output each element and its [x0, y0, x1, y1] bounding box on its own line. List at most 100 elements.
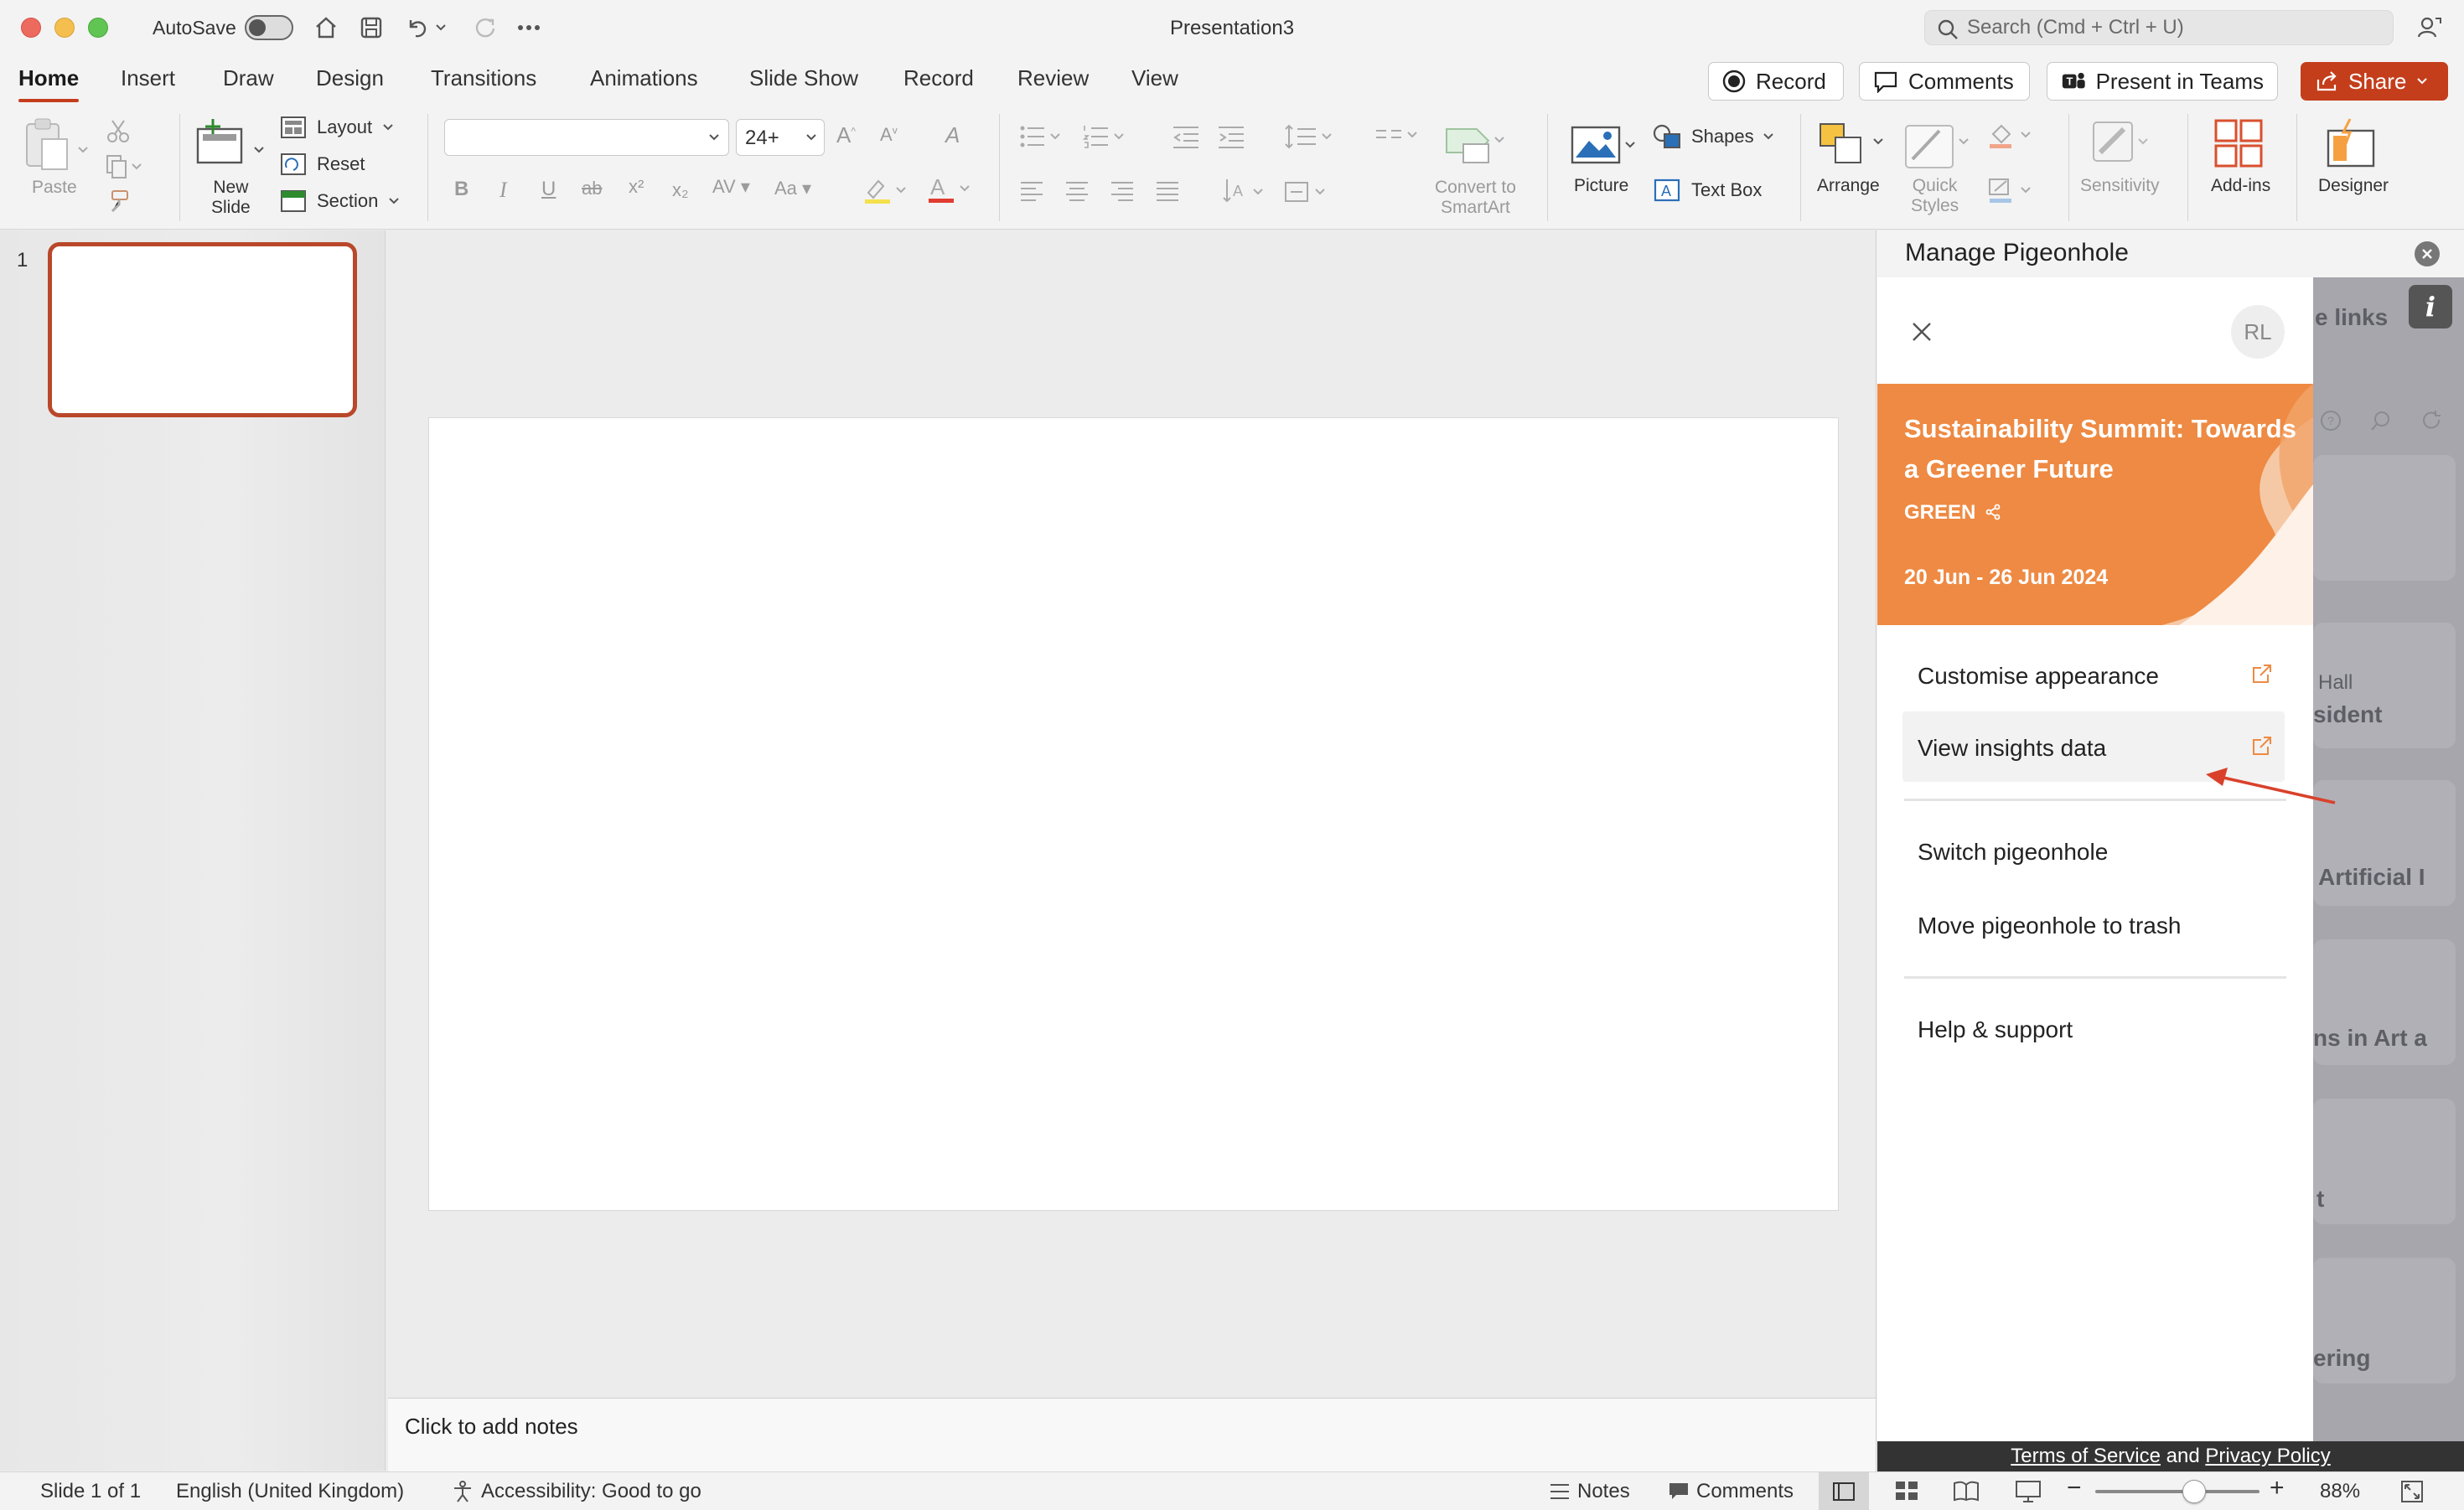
present-in-teams-button[interactable]: T Present in Teams — [2047, 62, 2278, 101]
bold-icon[interactable]: B — [454, 178, 468, 201]
quick-styles-icon[interactable] — [1904, 119, 1973, 174]
switch-pigeonhole-item[interactable]: Switch pigeonhole — [1902, 815, 2285, 886]
tab-animations[interactable]: Animations — [590, 65, 698, 91]
autosave-toggle[interactable] — [245, 15, 293, 40]
slide-sorter-button[interactable] — [1894, 1480, 1919, 1507]
more-options-icon[interactable] — [513, 12, 545, 44]
zoom-percentage[interactable]: 88% — [2320, 1480, 2360, 1503]
paste-icon[interactable] — [23, 117, 72, 179]
numbering-icon[interactable] — [1083, 124, 1130, 154]
close-menu-button[interactable] — [1909, 319, 1934, 344]
shape-outline-icon[interactable] — [1986, 176, 2037, 209]
subscript-icon[interactable]: x₂ — [672, 179, 689, 201]
format-painter-icon[interactable] — [106, 189, 131, 220]
slide-show-button[interactable] — [2015, 1480, 2042, 1509]
picture-icon[interactable] — [1571, 124, 1638, 171]
layout-button[interactable]: Layout — [280, 116, 394, 139]
event-code[interactable]: GREEN — [1904, 501, 2001, 525]
shapes-button[interactable]: Shapes — [1653, 124, 1774, 149]
underline-icon[interactable]: U — [541, 178, 556, 201]
section-button[interactable]: Section — [280, 189, 400, 213]
justify-icon[interactable] — [1155, 179, 1180, 208]
tab-home[interactable]: Home — [18, 65, 80, 102]
undo-dropdown-icon[interactable] — [432, 12, 449, 44]
privacy-policy-link[interactable]: Privacy Policy — [2205, 1445, 2330, 1467]
redo-icon[interactable] — [469, 12, 501, 44]
normal-view-button[interactable] — [1819, 1472, 1869, 1510]
save-icon[interactable] — [355, 12, 387, 44]
increase-indent-icon[interactable] — [1217, 124, 1245, 154]
sensitivity-icon[interactable] — [2087, 119, 2156, 171]
home-icon[interactable] — [310, 12, 342, 44]
zoom-out-button[interactable]: − — [2067, 1474, 2082, 1502]
help-support-item[interactable]: Help & support — [1902, 993, 2285, 1063]
close-window-button[interactable] — [21, 18, 41, 38]
cut-icon[interactable] — [106, 119, 131, 149]
slide-canvas[interactable] — [428, 417, 1839, 1211]
arrange-icon[interactable] — [1819, 119, 1887, 171]
superscript-icon[interactable]: x² — [629, 176, 644, 198]
decrease-font-icon[interactable]: Av — [880, 124, 898, 146]
designer-icon[interactable] — [2325, 117, 2379, 174]
columns-icon[interactable] — [1374, 126, 1421, 153]
slide-thumbnail[interactable] — [48, 242, 357, 417]
character-spacing-icon[interactable]: AV ▾ — [712, 176, 750, 198]
fit-to-window-button[interactable] — [2400, 1480, 2424, 1509]
add-ins-icon[interactable] — [2214, 119, 2265, 174]
new-slide-icon[interactable] — [194, 117, 248, 171]
search-box[interactable] — [1924, 10, 2394, 45]
avatar[interactable]: RL — [2231, 305, 2285, 359]
line-spacing-icon[interactable] — [1284, 122, 1338, 156]
tab-slide-show[interactable]: Slide Show — [749, 65, 858, 91]
notes-pane[interactable]: Click to add notes — [388, 1398, 1876, 1471]
tab-draw[interactable]: Draw — [223, 65, 274, 91]
notes-toggle-button[interactable]: Notes — [1549, 1480, 1630, 1503]
tab-insert[interactable]: Insert — [121, 65, 175, 91]
align-left-icon[interactable] — [1019, 179, 1044, 208]
strikethrough-icon[interactable]: ab — [582, 178, 602, 199]
align-center-icon[interactable] — [1064, 179, 1090, 208]
reading-view-button[interactable] — [1953, 1480, 1980, 1507]
highlight-color-icon[interactable] — [863, 176, 910, 209]
align-right-icon[interactable] — [1110, 179, 1135, 208]
minimize-window-button[interactable] — [54, 18, 75, 38]
account-icon[interactable] — [2414, 12, 2446, 44]
clear-formatting-icon[interactable]: A — [945, 122, 960, 148]
decrease-indent-icon[interactable] — [1172, 124, 1200, 154]
increase-font-icon[interactable]: A^ — [836, 122, 856, 148]
copy-icon[interactable] — [106, 154, 142, 184]
reset-button[interactable]: Reset — [280, 153, 365, 176]
tab-design[interactable]: Design — [316, 65, 384, 91]
comments-toggle-button[interactable]: Comments — [1668, 1480, 1794, 1503]
info-button[interactable]: i — [2409, 285, 2452, 328]
font-name-dropdown[interactable] — [444, 119, 729, 156]
terms-of-service-link[interactable]: Terms of Service — [2011, 1445, 2161, 1467]
share-button[interactable]: Share — [2301, 62, 2448, 101]
record-button[interactable]: Record — [1708, 62, 1844, 101]
move-to-trash-item[interactable]: Move pigeonhole to trash — [1902, 889, 2285, 959]
change-case-icon[interactable]: Aa ▾ — [774, 178, 811, 199]
close-panel-button[interactable] — [2415, 241, 2440, 266]
zoom-window-button[interactable] — [88, 18, 108, 38]
italic-icon[interactable]: I — [500, 178, 507, 203]
zoom-slider-thumb[interactable] — [2182, 1480, 2206, 1503]
customise-appearance-item[interactable]: Customise appearance — [1902, 639, 2285, 710]
convert-to-smartart-icon[interactable] — [1443, 121, 1510, 169]
text-box-button[interactable]: A Text Box — [1653, 178, 1762, 203]
paste-dropdown-icon[interactable] — [77, 137, 89, 159]
text-direction-icon[interactable]: A — [1222, 178, 1269, 209]
tab-record[interactable]: Record — [903, 65, 974, 91]
new-slide-dropdown-icon[interactable] — [253, 137, 265, 159]
tab-transitions[interactable]: Transitions — [431, 65, 536, 91]
zoom-slider[interactable] — [2095, 1480, 2260, 1503]
tab-review[interactable]: Review — [1017, 65, 1089, 91]
tab-view[interactable]: View — [1131, 65, 1178, 91]
shape-fill-icon[interactable] — [1986, 122, 2037, 154]
align-text-icon[interactable] — [1282, 178, 1333, 209]
accessibility-status[interactable]: Accessibility: Good to go — [451, 1480, 701, 1503]
font-color-icon[interactable]: A — [927, 174, 974, 209]
font-size-dropdown[interactable]: 24+ — [736, 119, 825, 156]
bullets-icon[interactable] — [1019, 124, 1066, 154]
search-input[interactable] — [1967, 11, 2378, 44]
language-status[interactable]: English (United Kingdom) — [176, 1480, 404, 1503]
